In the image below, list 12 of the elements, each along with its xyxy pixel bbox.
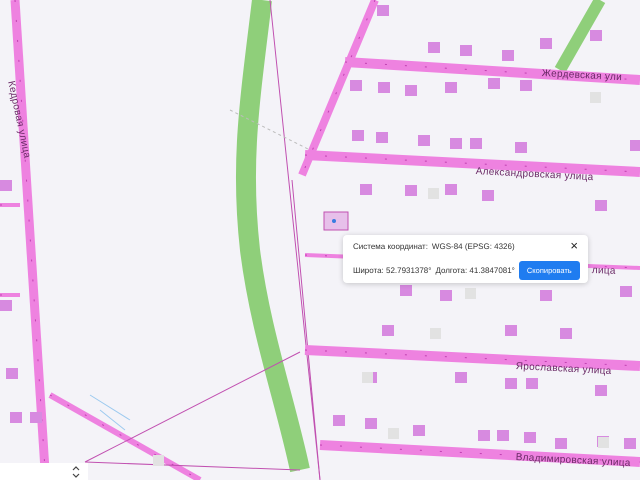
- chevron-up-down-icon[interactable]: [72, 466, 80, 478]
- coordinate-system-value: WGS-84 (EPSG: 4326): [432, 242, 515, 250]
- latitude-text: Широта: 52.7931378°: [353, 266, 432, 275]
- street-label: Владимировская улица: [515, 452, 631, 469]
- street-label: Ярославская улица: [515, 361, 612, 377]
- street-label: лица: [592, 265, 616, 277]
- street-label: Александровская улица: [475, 166, 594, 184]
- longitude-text: Долгота: 41.3847081°: [435, 266, 515, 275]
- coordinate-system-label: Система координат:: [353, 242, 428, 250]
- street-label: Кедровая улица: [5, 80, 32, 160]
- close-button[interactable]: ×: [570, 241, 578, 251]
- street-label: Жердевская ули: [541, 68, 622, 84]
